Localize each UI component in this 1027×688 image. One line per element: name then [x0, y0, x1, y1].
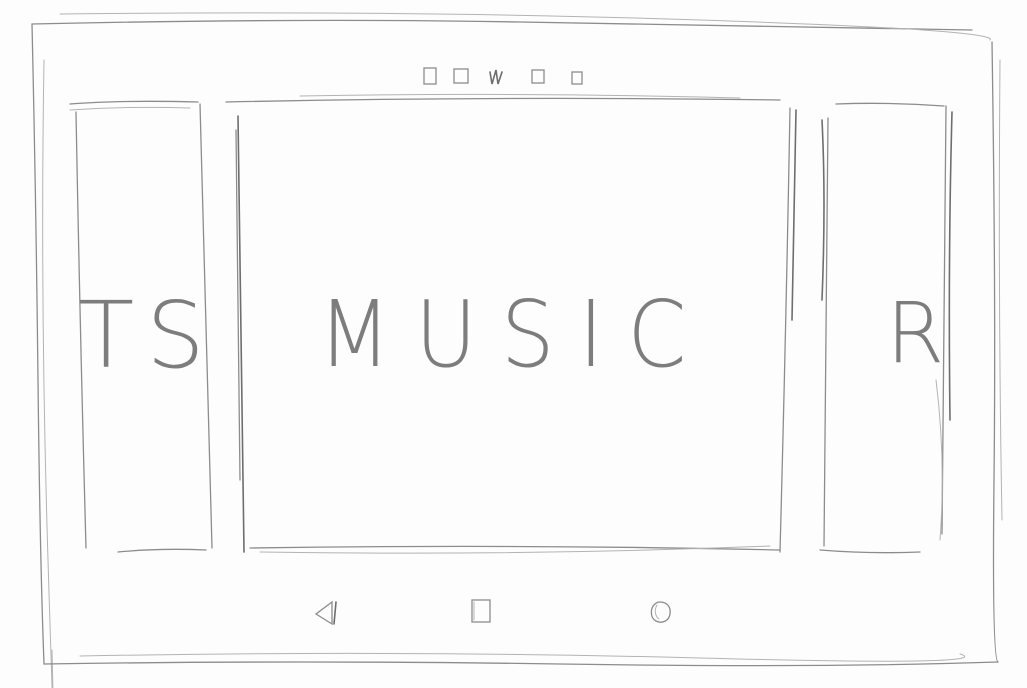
- carousel-card-current[interactable]: MUSIC: [238, 102, 790, 552]
- square-icon: [453, 68, 469, 84]
- signal-icon: [489, 69, 503, 85]
- square-icon: [571, 71, 583, 85]
- square-icon: [531, 69, 545, 84]
- square-icon: [423, 67, 437, 85]
- circle-icon[interactable]: [644, 596, 676, 628]
- carousel-card-next[interactable]: R: [828, 104, 946, 552]
- status-bar: [423, 67, 583, 85]
- back-triangle-icon[interactable]: [310, 596, 342, 628]
- home-square-icon[interactable]: [466, 596, 498, 628]
- previous-card-label: TS: [78, 282, 217, 389]
- sketch-screen: TS MUSIC R: [0, 0, 1027, 688]
- next-card-label: R: [886, 284, 957, 382]
- current-card-label: MUSIC: [317, 280, 711, 388]
- carousel-card-previous[interactable]: TS: [72, 105, 212, 552]
